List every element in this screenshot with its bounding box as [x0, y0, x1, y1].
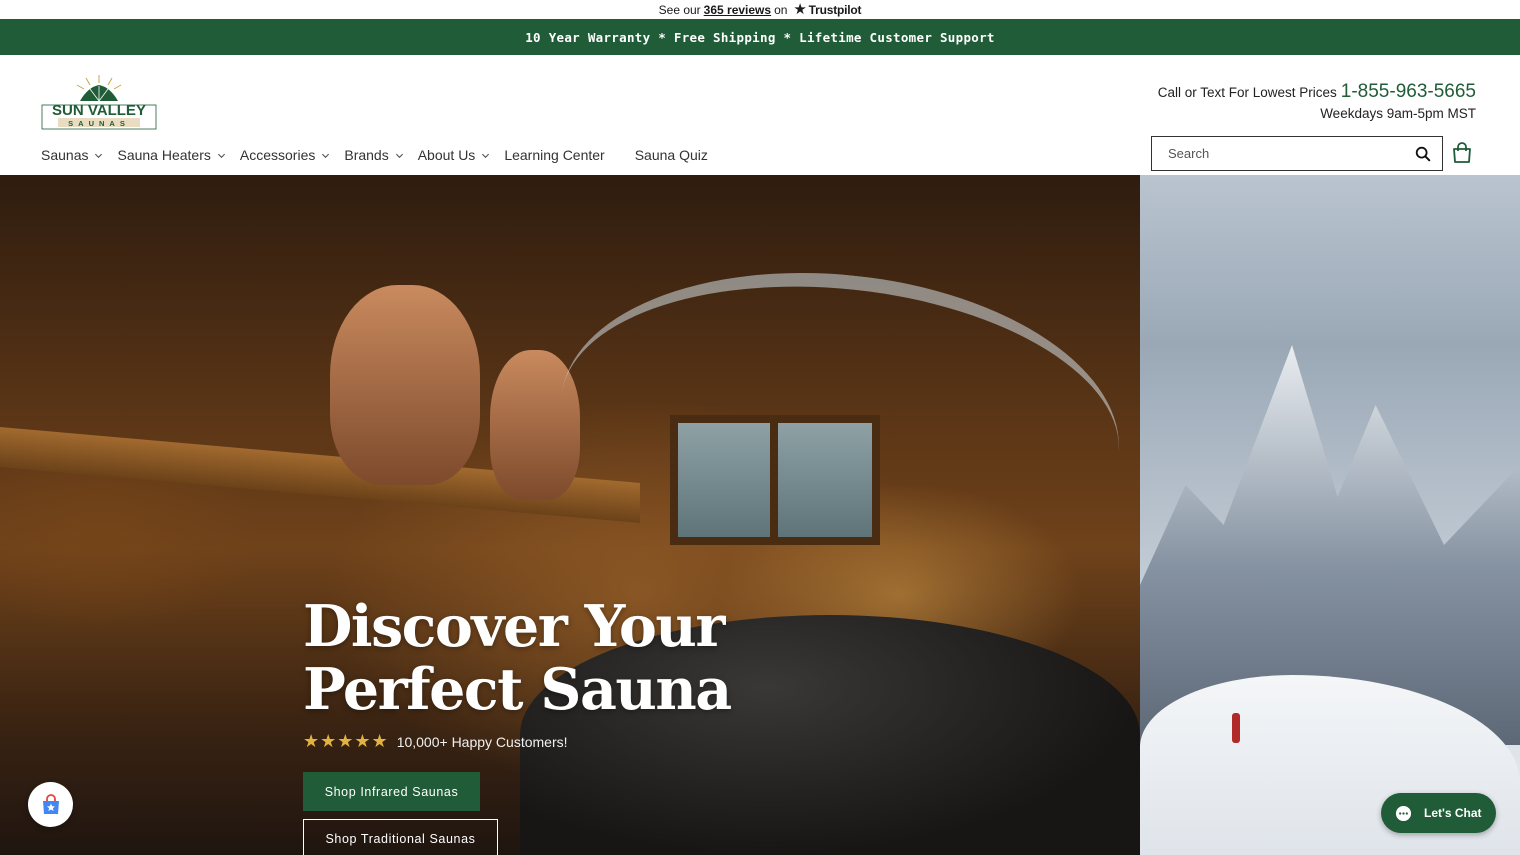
- trustpilot-reviews-link[interactable]: 365 reviews: [704, 3, 771, 17]
- sun-valley-logo-icon: SUN VALLEY SAUNAS: [41, 75, 157, 130]
- water-splash: [545, 246, 1135, 604]
- star-rating-icon: ★★★★★: [303, 731, 389, 751]
- site-logo[interactable]: SUN VALLEY SAUNAS: [40, 73, 158, 133]
- trustpilot-brand-name: Trustpilot: [808, 2, 862, 17]
- site-header: SUN VALLEY SAUNAS Call or Text For Lowes…: [0, 55, 1520, 175]
- chat-bubble-icon: [1395, 805, 1412, 821]
- contact-info: Call or Text For Lowest Prices 1-855-963…: [1158, 81, 1476, 121]
- chevron-down-icon: [322, 153, 330, 158]
- trustpilot-bar: See our 365 reviews on ★ Trustpilot: [0, 0, 1520, 19]
- nav-item-sauna-heaters[interactable]: Sauna Heaters: [117, 147, 225, 163]
- hero-banner: Discover Your Perfect Sauna ★★★★★ 10,000…: [0, 175, 1520, 855]
- nav-item-learning-center[interactable]: Learning Center: [504, 147, 604, 163]
- nav-label: About Us: [417, 147, 476, 163]
- nav-item-brands[interactable]: Brands: [344, 147, 403, 163]
- nav-label: Learning Center: [504, 147, 605, 163]
- search-icon[interactable]: [1414, 145, 1432, 163]
- chat-label: Let's Chat: [1424, 806, 1482, 820]
- trustpilot-star-icon: ★: [793, 1, 807, 18]
- sauna-bather: [330, 285, 480, 485]
- chevron-down-icon: [95, 153, 103, 158]
- shop-traditional-saunas-button[interactable]: Shop Traditional Saunas: [303, 819, 498, 855]
- cart-icon[interactable]: [1451, 142, 1473, 164]
- mountain-hero-image: [1140, 175, 1520, 855]
- logo-wordmark: SUN VALLEY: [52, 102, 146, 119]
- nav-label: Saunas: [41, 147, 89, 163]
- customer-rating: ★★★★★ 10,000+ Happy Customers!: [303, 731, 731, 752]
- nav-item-sauna-quiz[interactable]: Sauna Quiz: [635, 147, 708, 163]
- hiker-figure: [1232, 713, 1240, 743]
- hero-content: Discover Your Perfect Sauna ★★★★★ 10,000…: [303, 593, 732, 855]
- chevron-down-icon: [482, 153, 490, 158]
- nav-item-saunas[interactable]: Saunas: [41, 147, 103, 163]
- nav-label: Sauna Quiz: [634, 147, 708, 163]
- trustpilot-prefix: See our: [658, 2, 701, 17]
- announcement-bar: 10 Year Warranty * Free Shipping * Lifet…: [0, 19, 1520, 55]
- search-placeholder: Search: [1168, 146, 1210, 161]
- rating-text: 10,000+ Happy Customers!: [396, 733, 568, 750]
- hero-title: Discover Your Perfect Sauna: [303, 593, 732, 723]
- nav-item-about-us[interactable]: About Us: [418, 147, 491, 163]
- hero-title-line-1: Discover Your: [303, 593, 725, 660]
- business-hours: Weekdays 9am-5pm MST: [1320, 106, 1476, 121]
- search-input[interactable]: Search: [1151, 136, 1443, 171]
- logo-subtitle: SAUNAS: [68, 119, 130, 128]
- main-nav: Saunas Sauna Heaters Accessories Brands …: [41, 147, 738, 163]
- trustpilot-logo[interactable]: ★ Trustpilot: [793, 2, 861, 17]
- nav-label: Accessories: [239, 147, 316, 163]
- call-label: Call or Text For Lowest Prices: [1157, 85, 1337, 100]
- nav-label: Brands: [344, 147, 389, 163]
- hero-title-line-2: Perfect Sauna: [303, 656, 732, 723]
- phone-link[interactable]: 1-855-963-5665: [1341, 81, 1476, 103]
- chevron-down-icon: [395, 153, 403, 158]
- nav-item-accessories[interactable]: Accessories: [240, 147, 330, 163]
- shop-infrared-saunas-button[interactable]: Shop Infrared Saunas: [303, 772, 480, 811]
- nav-label: Sauna Heaters: [117, 147, 211, 163]
- shop-badge-widget[interactable]: [28, 782, 73, 827]
- trustpilot-suffix: on: [774, 2, 788, 17]
- announcement-text: 10 Year Warranty * Free Shipping * Lifet…: [525, 29, 995, 45]
- chevron-down-icon: [217, 153, 225, 158]
- shopping-bag-star-icon: [42, 793, 59, 814]
- chat-button[interactable]: Let's Chat: [1381, 793, 1496, 833]
